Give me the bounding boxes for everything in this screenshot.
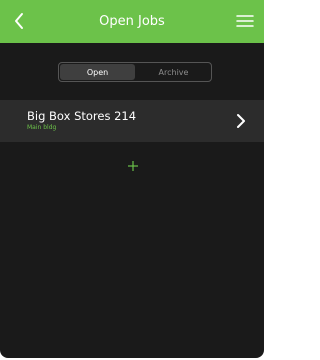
app-screen: Open Jobs Open Archive Big Box Stores 21…	[0, 0, 264, 358]
plus-icon	[128, 161, 138, 171]
navigation-bar: Open Jobs	[0, 0, 264, 43]
back-button[interactable]	[6, 8, 32, 34]
page-title: Open Jobs	[99, 14, 165, 29]
hamburger-menu-icon	[236, 15, 254, 27]
chevron-left-icon	[15, 13, 23, 29]
segmented-control: Open Archive	[58, 62, 212, 82]
screen-frame: Open Jobs Open Archive Big Box Stores 21…	[0, 0, 266, 360]
add-job-button[interactable]	[122, 155, 144, 177]
menu-button[interactable]	[233, 9, 257, 33]
job-title: Big Box Stores 214	[27, 109, 137, 123]
job-list-item[interactable]: Big Box Stores 214 Main bldg	[0, 100, 264, 142]
chevron-right-icon	[234, 113, 248, 129]
segment-open[interactable]: Open	[60, 64, 135, 80]
segment-archive[interactable]: Archive	[136, 63, 211, 81]
job-subtitle: Main bldg	[27, 124, 57, 131]
